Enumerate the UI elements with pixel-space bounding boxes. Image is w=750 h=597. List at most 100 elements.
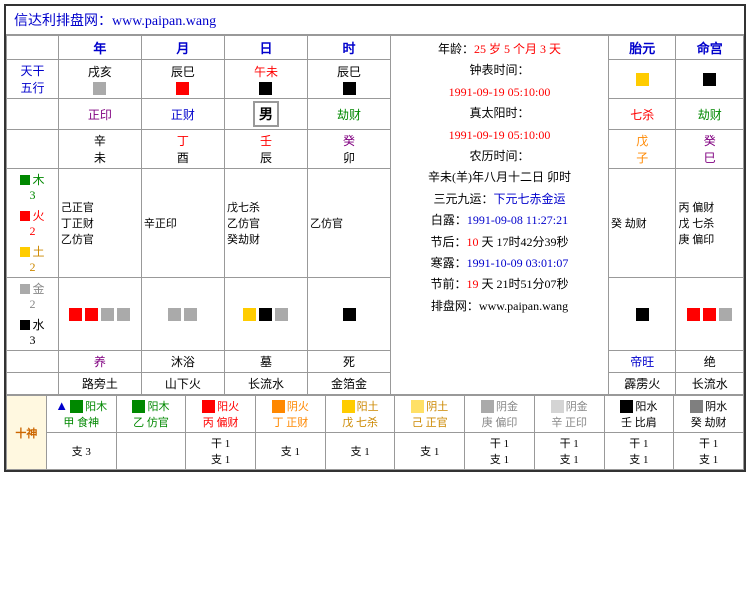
sq-y2 (85, 308, 98, 321)
minggong-sq (703, 73, 716, 86)
sq-y1 (69, 308, 82, 321)
shishen-hour: 劫财 (307, 99, 390, 130)
shishen-0b-name: 乙 仿官 (118, 414, 185, 430)
shishen-col-7: 阳水 壬 比肩 (604, 396, 674, 433)
jin-shui-label: 金 2 水 3 (7, 278, 59, 351)
shishen-sq-1 (202, 400, 215, 413)
taiyuan-dizhi: 戊 子 (609, 130, 676, 169)
lunar-value-line: 辛未(羊)年八月十二日 卯时 (394, 167, 605, 187)
taiyuan-changsheng: 帝旺 (609, 351, 676, 373)
canggan-row: 木 3 火 2 土 2 己正官 丁正财 (7, 169, 744, 278)
sq-hour (343, 82, 356, 95)
dizhi-row: 辛 未 丁 酉 壬 辰 癸 卯 戊 子 癸 巳 (7, 130, 744, 169)
shishen-label-text: 十神 (8, 425, 45, 441)
shishen-day: 男 (224, 99, 307, 130)
realsun-value: 1991-09-19 05:10:00 (449, 128, 551, 142)
sq-d3 (275, 308, 288, 321)
shishen-4-name: 己 正官 (396, 414, 463, 430)
col-minggong: 命宫 (676, 36, 744, 60)
shishen-row-label: 十神 (7, 396, 47, 470)
count-7-zhi: 支 1 (606, 451, 673, 467)
shishen-3-text: 阳土 (357, 398, 379, 414)
count-8: 干 1 支 1 (674, 433, 744, 470)
sq-y4 (117, 308, 130, 321)
shui-num: 3 (29, 333, 35, 348)
cang-month-1: 辛正印 (144, 215, 222, 231)
col-taiyuan: 胎元 (609, 36, 676, 60)
clock-label: 钟表时间： (470, 63, 530, 77)
huo-text: 火 (32, 207, 44, 224)
tiangan-row: 天干 五行 戌亥 辰巳 午未 辰巳 (7, 60, 744, 99)
shishen-col-2: 阴火 丁 正财 (256, 396, 326, 433)
count-5-zhi: 支 1 (466, 451, 533, 467)
tu-text2: 土 (32, 243, 44, 260)
dizhi-month-top: 丁 (145, 132, 221, 149)
shishen-sq-4 (411, 400, 424, 413)
cang-hour-1: 乙仿官 (310, 215, 388, 231)
shishen-row: 正印 正财 男 劫财 七杀 劫财 (7, 99, 744, 130)
sqs-day (224, 278, 307, 351)
dizhi-year: 辛 未 (58, 130, 141, 169)
changsheng-month: 沐浴 (141, 351, 224, 373)
dizhi-month-bottom: 酉 (145, 149, 221, 166)
sq-day (259, 82, 272, 95)
shishen-8-name: 癸 劫财 (675, 414, 742, 430)
dizhi-hour: 癸 卯 (307, 130, 390, 169)
minggong-cang-1: 丙 偏财 (678, 199, 741, 215)
mu-sq (20, 175, 30, 185)
shishen-2-text: 阴火 (287, 398, 309, 414)
shishen-col-8: 阴水 癸 劫财 (674, 396, 744, 433)
tu-num: 2 (29, 260, 35, 275)
taiyuan-sq (636, 73, 649, 86)
count-1-gan: 干 1 (187, 435, 254, 451)
jieqian-line: 节前：19 天 21时51分07秒 (394, 274, 605, 294)
taiyuan-sq-r (636, 308, 649, 321)
tiangan-text: 天干 (10, 62, 55, 79)
shishen-7-text: 阳水 (635, 398, 657, 414)
shishen-sq-0a (70, 400, 83, 413)
dizhi-hour-top: 癸 (311, 132, 387, 149)
clock-line: 钟表时间： (394, 60, 605, 80)
count-5: 干 1 支 1 (465, 433, 535, 470)
jiehou-days: 10 (467, 235, 479, 249)
bailou-line: 白露：1991-09-08 11:27:21 (394, 210, 605, 230)
paipan-url: www.paipan.wang (479, 299, 568, 313)
minggong-changsheng: 绝 (676, 351, 744, 373)
shishen-col-5: 阴金 庚 偏印 (465, 396, 535, 433)
empty-corner (7, 36, 59, 60)
squares-row: 金 2 水 3 (7, 278, 744, 351)
realsun-value-line: 1991-09-19 05:10:00 (394, 125, 605, 145)
col-month: 月 (141, 36, 224, 60)
shishen-0a-text: 阳木 (85, 398, 107, 414)
cang-day-3: 癸劫财 (227, 231, 305, 247)
header: 信达利排盘网：www.paipan.wang (6, 6, 744, 35)
minggong-sq-cell (676, 60, 744, 99)
col-day: 日 (224, 36, 307, 60)
shishen-col-0a: ▲ 阳木 甲 食神 (46, 396, 116, 433)
tiangan-hour: 辰巳 (307, 60, 390, 99)
shishen-bottom-table: 十神 ▲ 阳木 甲 食神 阳木 乙 仿官 (6, 395, 744, 470)
shishen-col-0b: 阳木 乙 仿官 (116, 396, 186, 433)
clock-value: 1991-09-19 05:10:00 (449, 85, 551, 99)
changsheng-label (7, 351, 59, 373)
taiyuan-sqs (609, 278, 676, 351)
dizhi-hour-bottom: 卯 (311, 149, 387, 166)
taiyuan-bottom: 子 (612, 149, 672, 166)
minggong-cang-3: 庚 偏印 (678, 231, 741, 247)
shishen-sq-7 (620, 400, 633, 413)
hanlu-line: 寒露：1991-10-09 03:01:07 (394, 253, 605, 273)
shishen-col-4: 阴土 己 正官 (395, 396, 465, 433)
shishen-sq-8 (690, 400, 703, 413)
minggong-sq-r3 (719, 308, 732, 321)
shishen-7-name: 壬 比肩 (606, 414, 673, 430)
sq-d1 (243, 308, 256, 321)
tiangan-year-text: 戌亥 (62, 63, 138, 80)
jiehou-rest: 天 17时42分39秒 (479, 235, 569, 249)
sq-m2 (184, 308, 197, 321)
lunar-label-line: 农历时间： (394, 146, 605, 166)
wuxing-text: 五行 (10, 79, 55, 96)
nayin-month: 山下火 (141, 373, 224, 395)
shishen-5-text: 阴金 (496, 398, 518, 414)
shui-sq-lbl (20, 320, 30, 330)
header-text: 信达利排盘网： (14, 14, 112, 29)
